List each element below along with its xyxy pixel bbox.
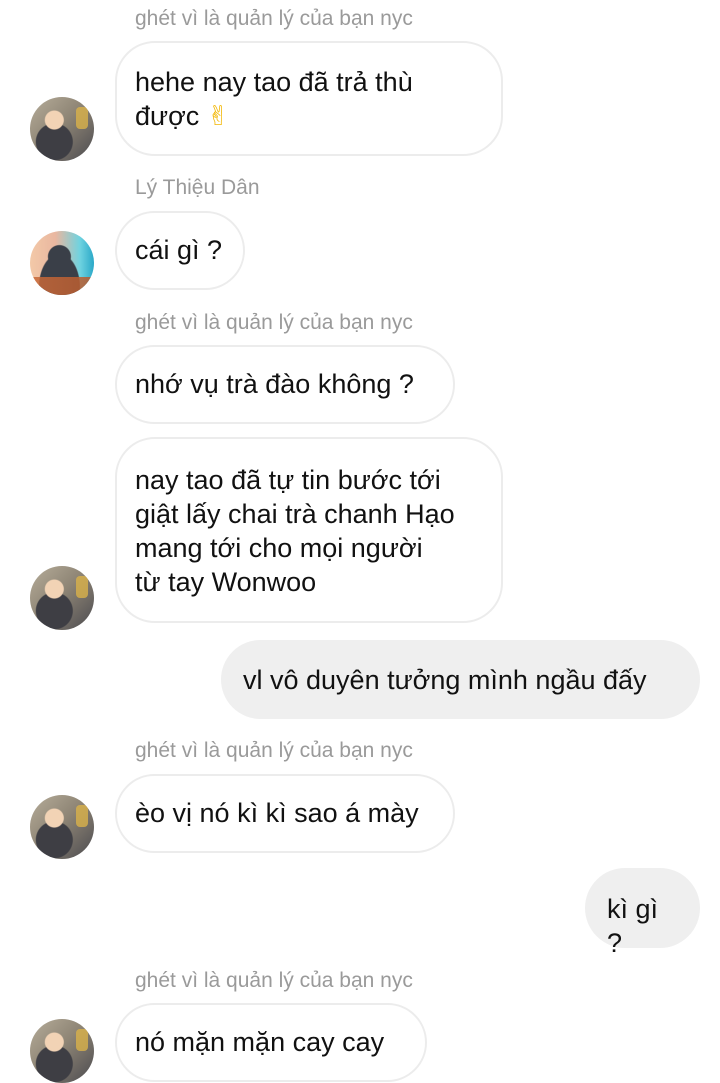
message-bubble-incoming[interactable]: nó mặn mặn cay cay	[115, 1003, 427, 1082]
avatar[interactable]	[30, 1019, 94, 1083]
sender-name: ghét vì là quản lý của bạn nyc	[135, 969, 413, 992]
sender-name: ghét vì là quản lý của bạn nyc	[135, 311, 413, 334]
message-text: nhớ vụ trà đào không ?	[135, 369, 414, 399]
sender-name: ghét vì là quản lý của bạn nyc	[135, 739, 413, 762]
message-text: cái gì ?	[135, 235, 223, 265]
message-bubble-incoming[interactable]: èo vị nó kì kì sao á mày	[115, 774, 455, 853]
avatar[interactable]	[30, 97, 94, 161]
sender-name: ghét vì là quản lý của bạn nyc	[135, 7, 413, 30]
message-bubble-incoming[interactable]: nay tao đã tự tin bước tới giật lấy chai…	[115, 437, 503, 623]
message-bubble-incoming[interactable]: hehe nay tao đã trả thù được ✌	[115, 41, 503, 156]
chat-thread[interactable]: ghét vì là quản lý của bạn nyc hehe nay …	[0, 0, 720, 1083]
message-text: hehe nay tao đã trả thù được	[135, 67, 413, 131]
message-bubble-outgoing[interactable]: vl vô duyên tưởng mình ngầu đấy	[221, 640, 700, 719]
message-text: kì gì ?	[607, 894, 659, 958]
message-bubble-outgoing[interactable]: kì gì ?	[585, 868, 700, 958]
avatar[interactable]	[30, 795, 94, 859]
sender-name: Lý Thiệu Dân	[135, 176, 260, 199]
avatar[interactable]	[30, 231, 94, 295]
avatar[interactable]	[30, 566, 94, 630]
message-text: èo vị nó kì kì sao á mày	[135, 798, 419, 828]
message-text: nay tao đã tự tin bước tới giật lấy chai…	[135, 465, 455, 597]
victory-hand-emoji: ✌	[206, 101, 230, 132]
message-bubble-incoming[interactable]: nhớ vụ trà đào không ?	[115, 345, 455, 424]
message-text: nó mặn mặn cay cay	[135, 1027, 385, 1057]
message-text: vl vô duyên tưởng mình ngầu đấy	[243, 665, 647, 695]
message-bubble-incoming[interactable]: cái gì ?	[115, 211, 245, 290]
